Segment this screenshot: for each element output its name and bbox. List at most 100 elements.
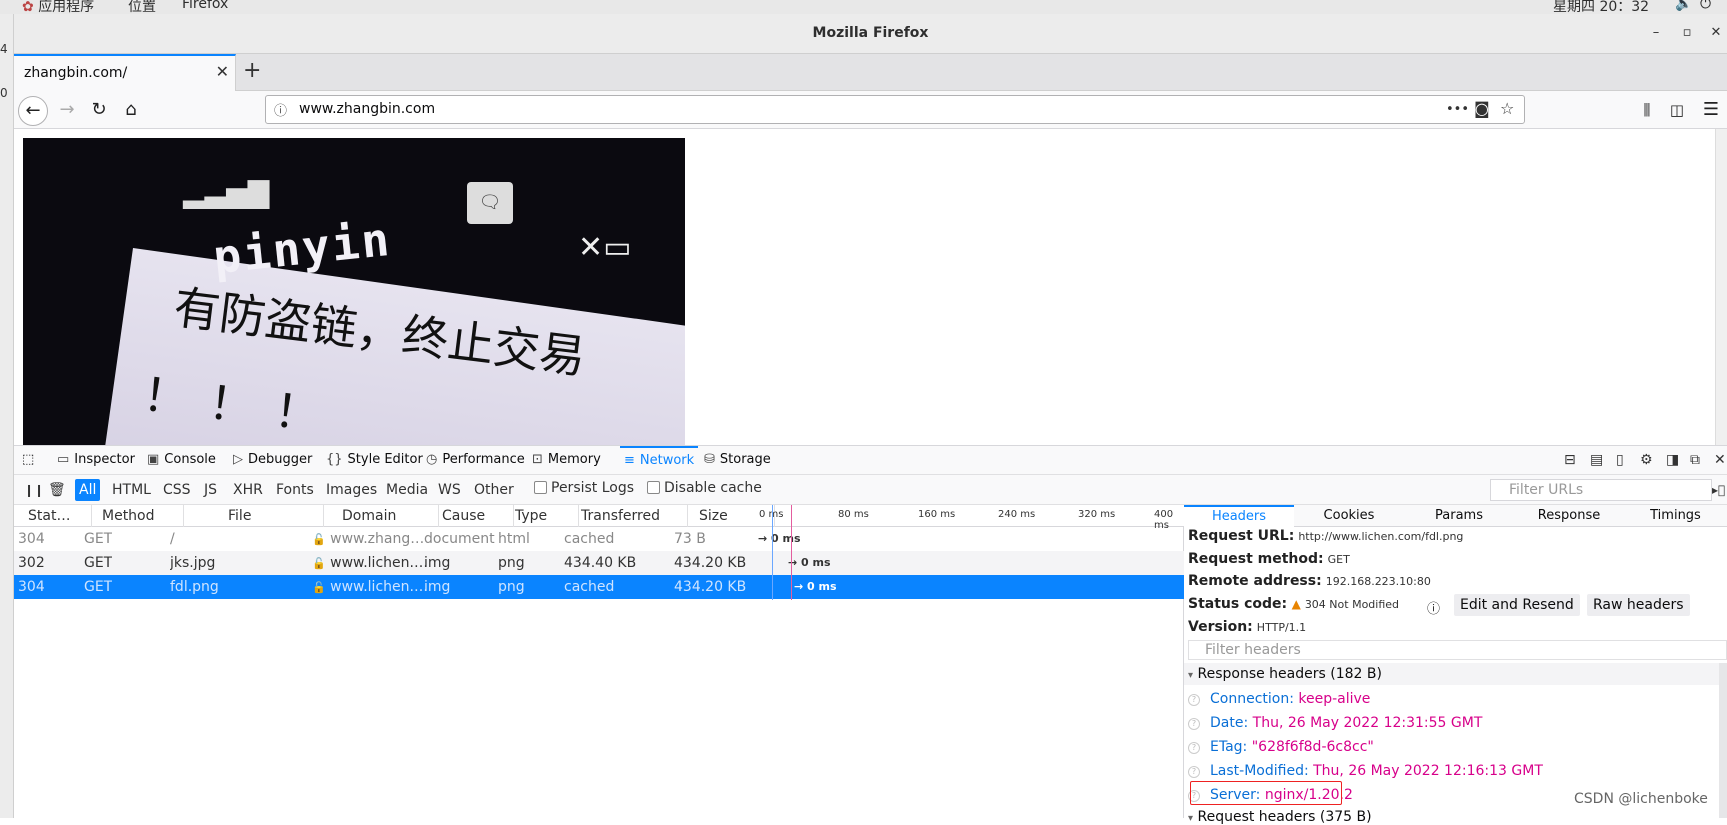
col-domain[interactable]: Domain <box>342 505 439 527</box>
row-transferred: cached <box>564 531 615 547</box>
clock[interactable]: 星期四 20：32 <box>1553 0 1649 14</box>
request-method-row: Request method: GET <box>1188 551 1350 567</box>
site-info-icon[interactable]: ⓘ <box>274 100 290 119</box>
header-line[interactable]: ? Last-Modified: Thu, 26 May 2022 12:16:1… <box>1188 763 1543 779</box>
row-domain: 🔓 www.lichen.… <box>312 575 432 600</box>
persist-logs-label: Persist Logs <box>551 480 635 496</box>
url-bar[interactable]: ⓘ www.zhangbin.com ••• ◙ ☆ <box>265 95 1525 124</box>
pick-element-icon[interactable]: ⬚ <box>22 446 34 475</box>
tab-memory[interactable]: ⊡ Memory <box>532 446 601 475</box>
tab-console[interactable]: ▣ Console <box>147 446 216 475</box>
filter-ws[interactable]: WS <box>434 479 465 501</box>
version-label: Version: <box>1188 619 1253 635</box>
row-type: png <box>498 555 525 571</box>
table-row-selected[interactable]: 304 GET fdl.png 🔓 www.lichen.… img png c… <box>14 575 1184 599</box>
tab-style-editor-label: Style Editor <box>347 452 423 467</box>
panel-scrollbar[interactable] <box>1719 663 1727 818</box>
bookmark-star-icon[interactable]: ☆ <box>1500 99 1514 118</box>
tab-style-editor[interactable]: {} Style Editor <box>326 446 423 475</box>
sidebar-icon[interactable]: ◫ <box>1664 97 1690 123</box>
separate-window-icon[interactable]: ⧉ <box>1690 452 1700 468</box>
header-line[interactable]: ? Date: Thu, 26 May 2022 12:31:55 GMT <box>1188 715 1482 731</box>
col-method[interactable]: Method <box>102 505 184 527</box>
table-row[interactable]: 304 GET / 🔓 www.zhang… document html cac… <box>14 527 1184 551</box>
settings-gear-icon[interactable]: ⚙ <box>1640 452 1653 468</box>
filter-html[interactable]: HTML <box>108 479 155 501</box>
minimize-button[interactable]: – <box>1647 25 1665 40</box>
help-icon[interactable]: ⓘ <box>1427 598 1440 617</box>
response-headers-section[interactable]: ▾ Response headers (182 B) <box>1184 663 1727 685</box>
dock-options-icon[interactable]: ⊟ <box>1564 452 1576 468</box>
disable-cache-box[interactable] <box>647 481 660 494</box>
header-line[interactable]: ? ETag: "628f6f8d-6c8cc" <box>1188 739 1374 755</box>
tab-performance[interactable]: ◷ Performance <box>426 446 525 475</box>
power-icon[interactable]: ⏻ <box>1700 0 1711 12</box>
filter-other[interactable]: Other <box>470 479 518 501</box>
table-row[interactable]: 302 GET jks.jpg 🔓 www.lichen.… img png 4… <box>14 551 1184 575</box>
clear-trash-icon[interactable]: 🗑 <box>44 479 70 501</box>
header-name: Connection: <box>1210 691 1294 707</box>
close-devtools-icon[interactable]: ✕ <box>1714 452 1726 468</box>
debugger-icon: ▷ <box>233 452 243 467</box>
header-line[interactable]: ? Connection: keep-alive <box>1188 691 1370 707</box>
col-type[interactable]: Type <box>515 505 579 527</box>
maximize-button[interactable]: ▫ <box>1678 25 1696 40</box>
tab-response[interactable]: Response <box>1514 505 1624 527</box>
col-file[interactable]: File <box>228 505 324 527</box>
responsive-mode-icon[interactable]: ▯ <box>1616 452 1624 468</box>
tab-params[interactable]: Params <box>1404 505 1514 527</box>
filter-xhr[interactable]: XHR <box>229 479 267 501</box>
filter-images[interactable]: Images <box>322 479 381 501</box>
persist-logs-checkbox[interactable]: Persist Logs <box>534 480 634 496</box>
window-titlebar: Mozilla Firefox – ▫ ✕ <box>14 14 1727 54</box>
tab-network[interactable]: ≡ Network <box>620 446 699 475</box>
col-transferred[interactable]: Transferred <box>581 505 688 527</box>
new-tab-button[interactable]: + <box>243 58 261 83</box>
disable-cache-checkbox[interactable]: Disable cache <box>647 480 762 496</box>
toggle-sidebar-icon[interactable]: ▸⃞ <box>1708 479 1727 501</box>
volume-icon[interactable]: 🔈 <box>1675 0 1692 12</box>
pocket-icon[interactable]: ◙ <box>1474 99 1490 118</box>
apps-menu[interactable]: ✿ 应用程序 <box>22 0 94 14</box>
split-console-icon[interactable]: ▤ <box>1590 452 1603 468</box>
persist-logs-box[interactable] <box>534 481 547 494</box>
row-size: 434.20 KB <box>674 555 747 571</box>
raw-headers-button[interactable]: Raw headers <box>1587 594 1690 616</box>
comment-bubble-icon[interactable]: 🗨 <box>467 182 513 224</box>
places-menu[interactable]: 位置 <box>128 0 156 14</box>
request-headers-section[interactable]: ▾ Request headers (375 B) <box>1188 809 1372 825</box>
filter-js[interactable]: JS <box>200 479 221 501</box>
browser-tab[interactable]: zhangbin.com/ ✕ <box>14 54 236 91</box>
firefox-menu[interactable]: Firefox <box>182 0 228 12</box>
col-status[interactable]: Stat… <box>28 505 92 527</box>
page-actions-icon[interactable]: ••• <box>1446 102 1469 117</box>
home-button[interactable]: ⌂ <box>118 97 144 123</box>
reload-button[interactable]: ↻ <box>86 97 112 123</box>
request-list-header: Stat… Method File Domain Cause Type Tran… <box>14 505 1184 531</box>
filter-headers-input[interactable]: Filter headers <box>1188 640 1727 660</box>
console-icon: ▣ <box>147 452 160 467</box>
filter-urls-input[interactable]: Filter URLs <box>1490 479 1712 501</box>
edit-and-resend-button[interactable]: Edit and Resend <box>1454 594 1580 616</box>
tab-headers[interactable]: Headers <box>1184 505 1294 527</box>
close-window-button[interactable]: ✕ <box>1707 25 1725 40</box>
dock-side-icon[interactable]: ◨ <box>1666 452 1679 468</box>
forward-button[interactable]: → <box>54 97 80 123</box>
tab-debugger[interactable]: ▷ Debugger <box>233 446 312 475</box>
col-cause[interactable]: Cause <box>442 505 514 527</box>
tab-cookies[interactable]: Cookies <box>1294 505 1404 527</box>
menu-icon[interactable]: ☰ <box>1698 97 1724 123</box>
page-scrollbar[interactable] <box>1715 129 1727 445</box>
tab-timings[interactable]: Timings <box>1624 505 1727 527</box>
close-tab-icon[interactable]: ✕ <box>216 62 229 81</box>
request-details-panel: Headers Cookies Params Response Timings … <box>1184 505 1727 825</box>
filter-media[interactable]: Media <box>382 479 432 501</box>
row-type: html <box>498 531 530 547</box>
tab-inspector[interactable]: ▭ Inspector <box>57 446 135 475</box>
filter-fonts[interactable]: Fonts <box>272 479 318 501</box>
back-button[interactable]: ← <box>18 96 48 126</box>
filter-all[interactable]: All <box>75 479 101 501</box>
library-icon[interactable]: ⫼ <box>1634 97 1660 123</box>
tab-storage[interactable]: ⛁ Storage <box>704 446 771 475</box>
filter-css[interactable]: CSS <box>159 479 195 501</box>
